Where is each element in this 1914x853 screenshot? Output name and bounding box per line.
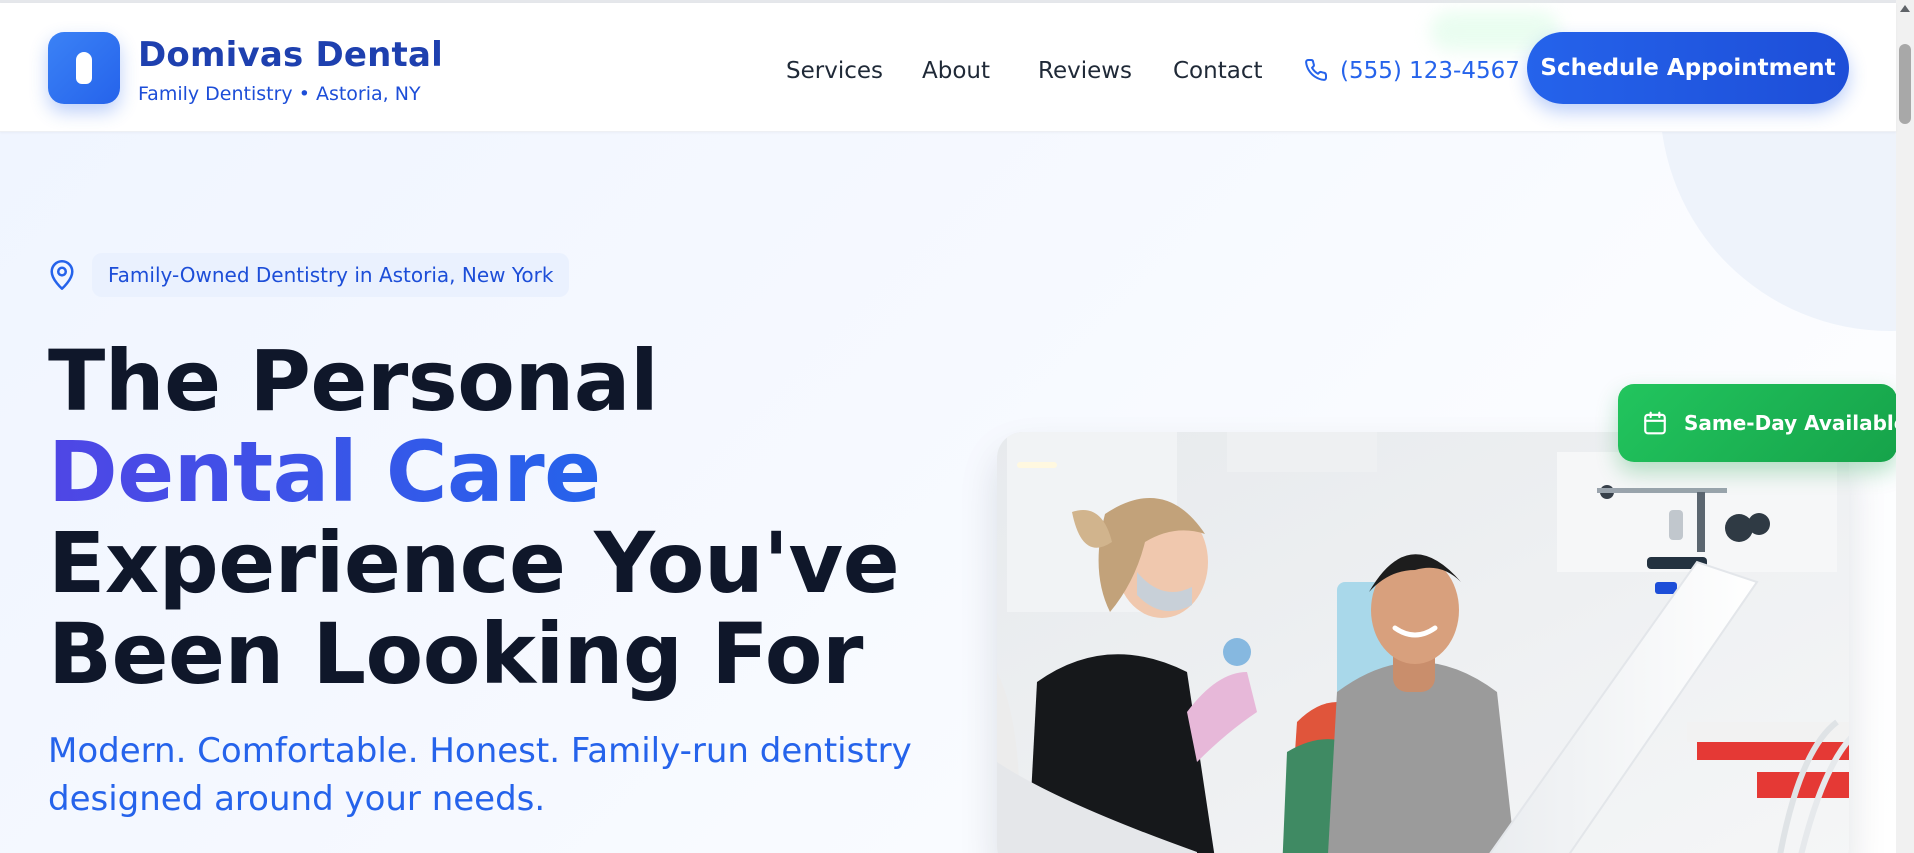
hero-headline: The Personal Dental Care Experience You'… [48, 336, 928, 700]
headline-text-end: Experience You've Been Looking For [48, 514, 900, 703]
site-header: Domivas Dental Family Dentistry • Astori… [0, 3, 1896, 132]
phone-number-link[interactable]: (555) 123-4567 [1340, 58, 1520, 84]
logo[interactable] [48, 32, 120, 104]
dentist-patient-photo [997, 432, 1849, 853]
tooth-icon [76, 52, 92, 84]
map-pin-icon [50, 260, 74, 290]
scrollbar-thumb[interactable] [1899, 44, 1911, 124]
calendar-icon [1644, 411, 1666, 435]
schedule-appointment-button[interactable]: Schedule Appointment [1527, 32, 1849, 104]
nav-link-services[interactable]: Services [786, 58, 883, 84]
brand-name[interactable]: Domivas Dental [138, 35, 443, 75]
same-day-label: Same-Day Available [1684, 411, 1896, 435]
headline-accent: Dental Care [48, 423, 601, 521]
hero-section: Family-Owned Dentistry in Astoria, New Y… [0, 131, 1896, 853]
nav-link-about[interactable]: About [922, 58, 990, 84]
scrollbar[interactable] [1896, 0, 1914, 853]
headline-text: The Personal [48, 332, 659, 430]
location-badge: Family-Owned Dentistry in Astoria, New Y… [92, 253, 570, 297]
brand-tagline: Family Dentistry • Astoria, NY [138, 83, 421, 105]
nav-link-reviews[interactable]: Reviews [1038, 58, 1132, 84]
hero-subheadline: Modern. Comfortable. Honest. Family-run … [48, 731, 912, 819]
same-day-badge: Same-Day Available [1618, 384, 1896, 462]
decorative-circle [1660, 131, 1896, 331]
nav-link-contact[interactable]: Contact [1173, 58, 1262, 84]
scroll-up-arrow-icon[interactable] [1900, 5, 1910, 12]
photo-illustration [997, 432, 1849, 853]
phone-icon[interactable] [1304, 58, 1328, 82]
